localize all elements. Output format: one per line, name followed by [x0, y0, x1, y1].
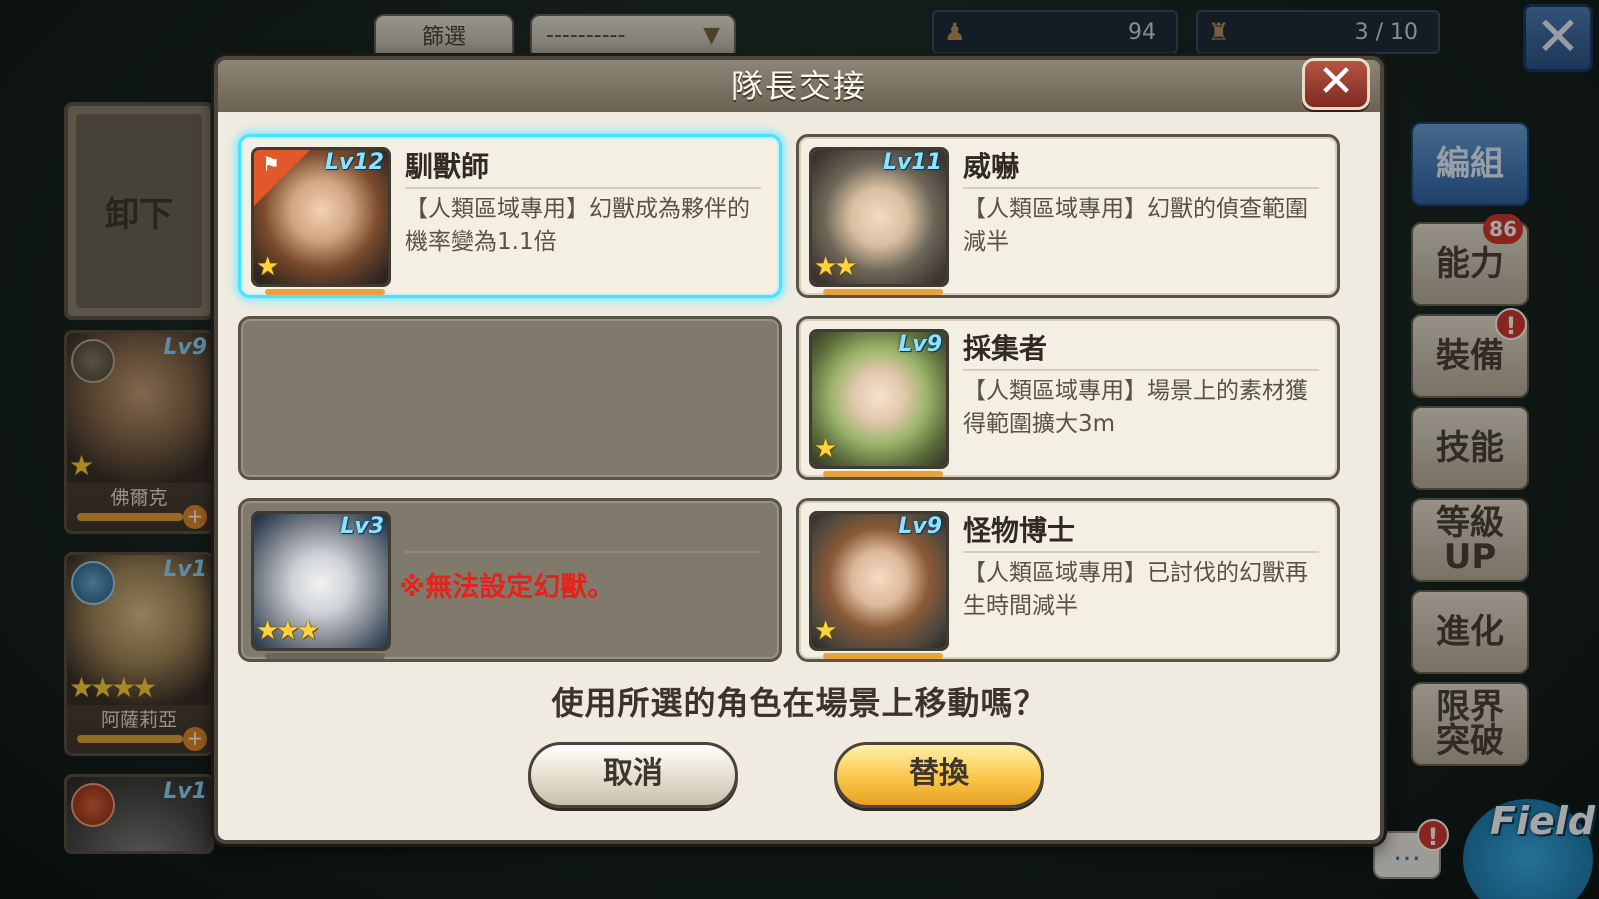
character-stars: ★★	[814, 252, 858, 282]
character-stars: ★	[256, 252, 279, 282]
character-level: Lv9	[898, 514, 942, 539]
replace-button[interactable]: 替換	[834, 742, 1044, 808]
skill-description: 【人類區域專用】場景上的素材獲得範圍擴大3m	[963, 378, 1308, 437]
character-exp-bar	[823, 471, 943, 477]
character-level: Lv9	[898, 332, 942, 357]
character-level: Lv3	[340, 514, 384, 539]
divider	[405, 187, 761, 189]
character-thumbnail: Lv3 ★★★	[251, 511, 391, 651]
skill-title: 馴獸師	[405, 150, 490, 183]
character-thumbnail: Lv11 ★★	[809, 147, 949, 287]
empty-skill-slot	[238, 316, 782, 480]
skill-description: 【人類區域專用】幻獸的偵查範圍減半	[963, 196, 1308, 255]
divider	[405, 551, 761, 553]
close-icon: ✕	[1317, 56, 1355, 107]
character-stars: ★★★	[256, 616, 320, 646]
character-stars: ★	[814, 616, 837, 646]
character-thumbnail: ⚑ Lv12 ★	[251, 147, 391, 287]
leader-skill-card[interactable]: ⚑ Lv12 ★ 馴獸師 【人類區域專用】幻獸成為夥伴的機率變為1.1倍	[238, 134, 782, 298]
leader-skill-card[interactable]: Lv9 ★ 怪物博士 【人類區域專用】已討伐的幻獸再生時間減半	[796, 498, 1340, 662]
skill-description: 【人類區域專用】已討伐的幻獸再生時間減半	[963, 560, 1308, 619]
confirm-question: 使用所選的角色在場景上移動嗎？	[551, 684, 1047, 722]
character-exp-bar	[265, 653, 385, 659]
character-exp-bar	[823, 289, 943, 295]
skill-description: 【人類區域專用】幻獸成為夥伴的機率變為1.1倍	[405, 196, 750, 255]
character-thumbnail: Lv9 ★	[809, 329, 949, 469]
skill-title: 怪物博士	[963, 514, 1076, 547]
character-level: Lv11	[883, 150, 942, 175]
character-exp-bar	[823, 653, 943, 659]
flag-icon: ⚑	[262, 152, 280, 176]
character-stars: ★	[814, 434, 837, 464]
skill-title: 威嚇	[963, 150, 1020, 183]
character-level: Lv12	[325, 150, 384, 175]
dialog-title: 隊長交接	[218, 60, 1380, 112]
cancel-button[interactable]: 取消	[528, 742, 738, 808]
character-thumbnail: Lv9 ★	[809, 511, 949, 651]
divider	[963, 369, 1319, 371]
leader-change-dialog: 隊長交接 ✕ ⚑ Lv12 ★ 馴獸師 【人類區域專用】幻獸成為夥伴的機率變為1…	[214, 56, 1384, 844]
character-exp-bar	[265, 289, 385, 295]
disabled-skill-card: Lv3 ★★★ ※無法設定幻獸。	[238, 498, 782, 662]
leader-skill-card[interactable]: Lv9 ★ 採集者 【人類區域專用】場景上的素材獲得範圍擴大3m	[796, 316, 1340, 480]
leader-skill-card[interactable]: Lv11 ★★ 威嚇 【人類區域專用】幻獸的偵查範圍減半	[796, 134, 1340, 298]
skill-title: 採集者	[963, 332, 1048, 365]
divider	[963, 187, 1319, 189]
divider	[963, 551, 1319, 553]
cannot-set-warning: ※無法設定幻獸。	[399, 572, 615, 603]
dialog-close-button[interactable]: ✕	[1302, 58, 1370, 110]
